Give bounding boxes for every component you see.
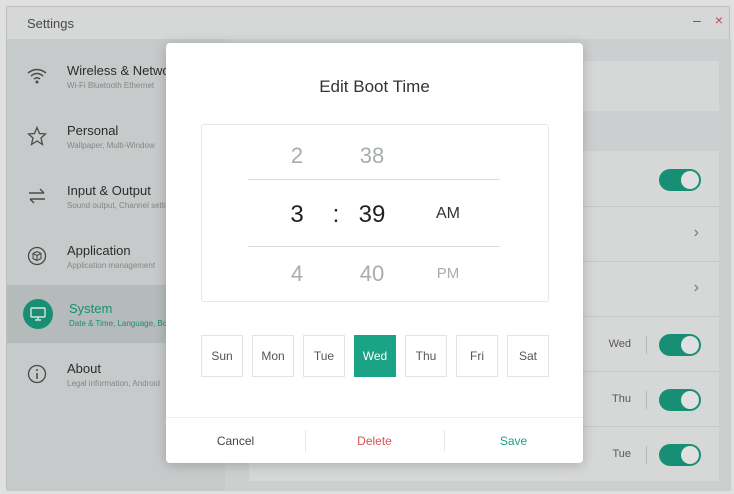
time-picker[interactable]: 2 3 4 : 38 39 40 AM PM — [201, 124, 549, 302]
minute-prev[interactable]: 38 — [352, 143, 392, 169]
day-thu[interactable]: Thu — [405, 335, 447, 377]
edit-boot-time-dialog: Edit Boot Time 2 3 4 : 38 39 40 AM PM Su… — [166, 43, 583, 463]
picker-divider — [248, 179, 500, 180]
day-fri[interactable]: Fri — [456, 335, 498, 377]
picker-divider — [248, 246, 500, 247]
dialog-title: Edit Boot Time — [319, 77, 430, 96]
delete-button[interactable]: Delete — [305, 418, 444, 464]
dialog-footer: Cancel Delete Save — [166, 417, 583, 463]
cancel-button[interactable]: Cancel — [166, 418, 305, 464]
hour-selected[interactable]: 3 — [282, 201, 312, 229]
hour-prev[interactable]: 2 — [282, 143, 312, 169]
day-wed[interactable]: Wed — [354, 335, 396, 377]
save-button[interactable]: Save — [444, 418, 583, 464]
day-sun[interactable]: Sun — [201, 335, 243, 377]
ampm-selected[interactable]: AM — [428, 205, 468, 223]
minute-selected[interactable]: 39 — [352, 201, 392, 229]
weekday-selector: Sun Mon Tue Wed Thu Fri Sat — [201, 335, 549, 377]
hour-next[interactable]: 4 — [282, 261, 312, 287]
ampm-next[interactable]: PM — [428, 265, 468, 282]
day-tue[interactable]: Tue — [303, 335, 345, 377]
day-sat[interactable]: Sat — [507, 335, 549, 377]
minute-next[interactable]: 40 — [352, 261, 392, 287]
time-separator: : — [332, 201, 340, 228]
day-mon[interactable]: Mon — [252, 335, 294, 377]
